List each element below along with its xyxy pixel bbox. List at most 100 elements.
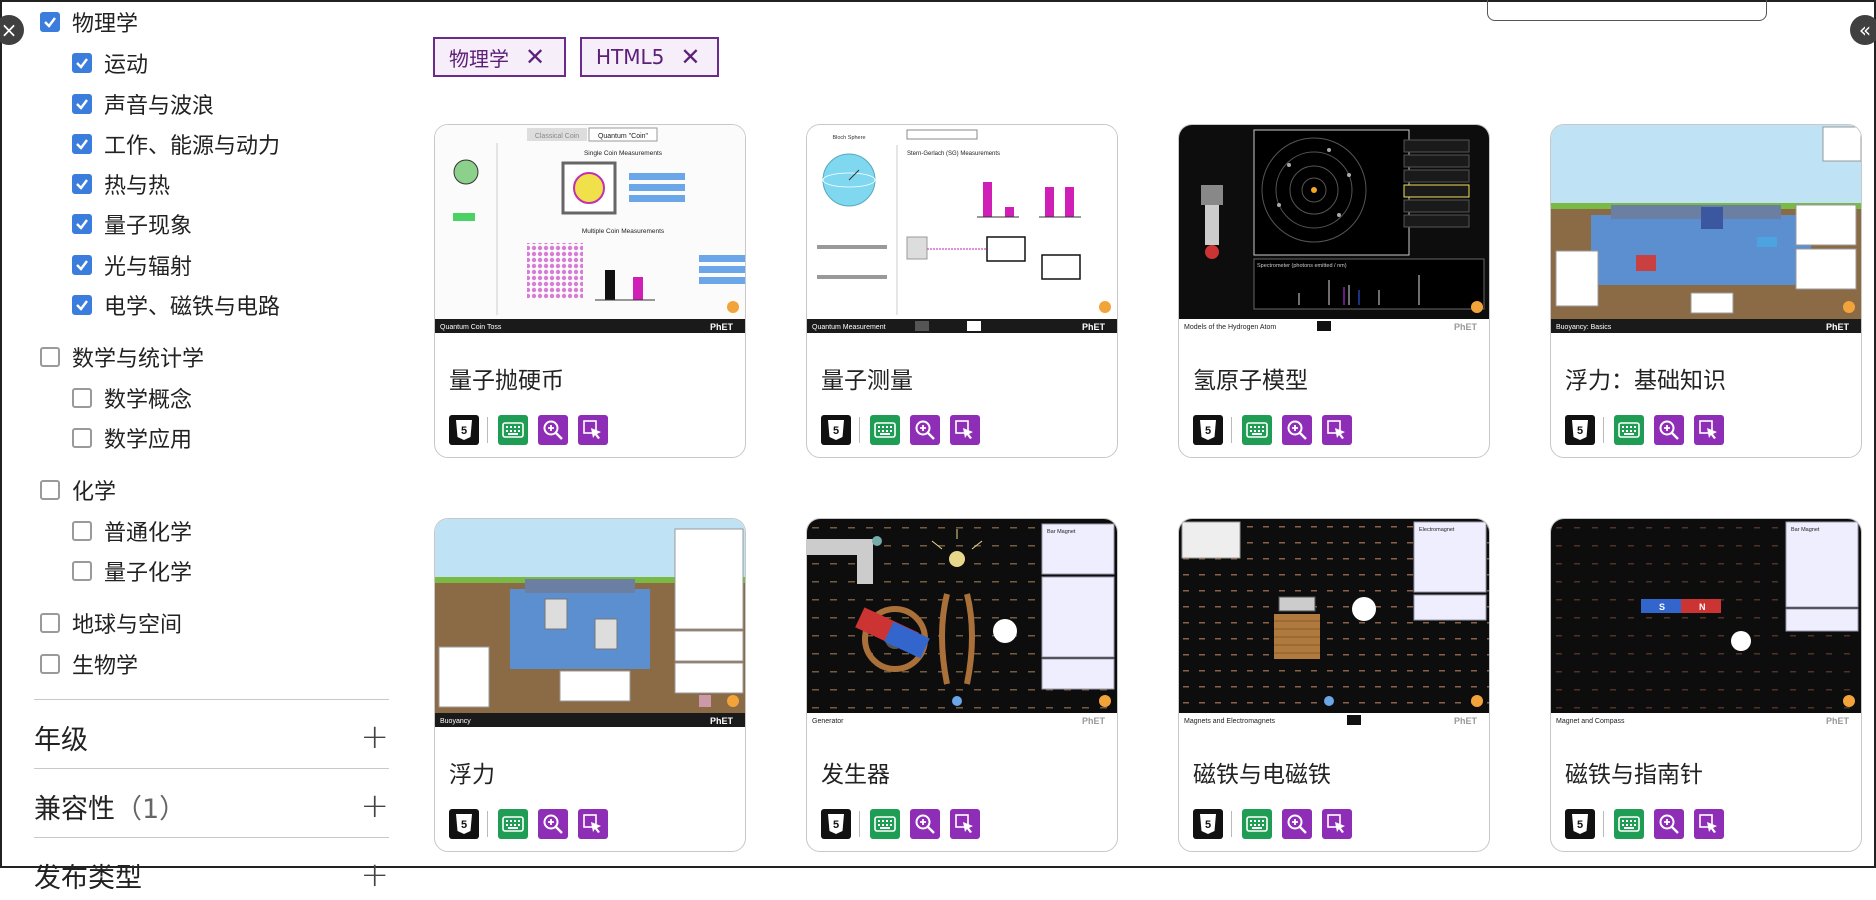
sim-title: 量子测量 xyxy=(821,368,913,394)
checkbox-unchecked[interactable] xyxy=(72,388,92,408)
pointer-icon xyxy=(1694,415,1724,445)
divider xyxy=(487,417,488,443)
filter-light-radiation[interactable]: 光与辐射 xyxy=(72,248,192,282)
filter-label: 生物学 xyxy=(72,654,139,679)
filter-label: 电学、磁铁与电路 xyxy=(104,295,281,320)
accordion-grade[interactable]: 年级 + xyxy=(34,712,389,762)
filter-earth-space[interactable]: 地球与空间 xyxy=(40,606,182,640)
filter-work-energy-power[interactable]: 工作、能源与动力 xyxy=(72,127,280,161)
zoom-icon xyxy=(1282,415,1312,445)
checkbox-checked[interactable] xyxy=(72,174,92,194)
sim-feature-icons: 5 xyxy=(1565,415,1734,445)
checkbox-checked[interactable] xyxy=(72,255,92,275)
divider xyxy=(34,768,389,769)
filter-label: 数学应用 xyxy=(104,428,193,453)
filter-physics[interactable]: 物理学 xyxy=(40,5,138,39)
pointer-icon xyxy=(1322,809,1352,839)
sim-caption: Magnet and Compass xyxy=(1556,718,1625,725)
keyboard-icon xyxy=(498,809,528,839)
accordion-compatibility[interactable]: 兼容性（1） + xyxy=(34,781,389,831)
sim-card-buoyancy[interactable]: Buoyancy PhET 浮力 5 xyxy=(434,518,746,852)
sim-feature-icons: 5 xyxy=(821,809,990,839)
search-input[interactable] xyxy=(1487,0,1767,21)
close-icon[interactable]: ✕ xyxy=(525,43,545,71)
sim-title: 浮力 xyxy=(449,762,495,788)
filter-electricity[interactable]: 电学、磁铁与电路 xyxy=(72,288,280,322)
checkbox-checked[interactable] xyxy=(40,12,60,32)
sim-card-buoyancy-basics[interactable]: Buoyancy: Basics PhET 浮力：基础知识 5 xyxy=(1550,124,1862,458)
multiple-coin-heading: Multiple Coin Measurements xyxy=(582,228,665,235)
filter-quantum-chemistry[interactable]: 量子化学 xyxy=(72,554,192,588)
phet-logo: PhET xyxy=(1082,322,1106,332)
sim-thumbnail: Spectrometer (photons emitted / nm) Mode… xyxy=(1179,125,1489,333)
sim-feature-icons: 5 xyxy=(1193,809,1362,839)
checkbox-checked[interactable] xyxy=(72,53,92,73)
filter-general-chemistry[interactable]: 普通化学 xyxy=(72,514,192,548)
sim-card-magnet-compass[interactable]: Bar Magnet S N Magnet and Compass PhET 磁… xyxy=(1550,518,1862,852)
sim-thumbnail: Bar Magnet S N Magnet and Compass PhET xyxy=(1551,519,1861,727)
checkbox-checked[interactable] xyxy=(72,295,92,315)
collapse-panel-button[interactable]: « xyxy=(1850,15,1876,45)
filter-math-applications[interactable]: 数学应用 xyxy=(72,421,192,455)
checkbox-unchecked[interactable] xyxy=(72,521,92,541)
sim-card-generator[interactable]: Bar Magnet Generator PhET 发生器 5 xyxy=(806,518,1118,852)
divider xyxy=(1231,417,1232,443)
sim-feature-icons: 5 xyxy=(449,415,618,445)
checkbox-unchecked[interactable] xyxy=(40,480,60,500)
checkbox-checked[interactable] xyxy=(72,94,92,114)
sim-card-quantum-measurement[interactable]: Bloch Sphere Stern-Gerlach (SG) Measurem… xyxy=(806,124,1118,458)
filter-label: 量子现象 xyxy=(104,214,193,239)
chevron-double-left-icon: « xyxy=(1858,18,1872,42)
sim-caption: Quantum Measurement xyxy=(812,324,886,331)
filter-label: 量子化学 xyxy=(104,561,193,586)
checkbox-unchecked[interactable] xyxy=(40,613,60,633)
pointer-icon xyxy=(950,809,980,839)
phet-logo: PhET xyxy=(1454,322,1478,332)
sim-card-magnets-electromagnets[interactable]: Electromagnet Magnets and Electromagnets… xyxy=(1178,518,1490,852)
accordion-publish-type[interactable]: 发布类型 + xyxy=(34,850,389,900)
keyboard-icon xyxy=(870,415,900,445)
zoom-icon xyxy=(1654,415,1684,445)
svg-text:5: 5 xyxy=(461,425,467,437)
sim-title: 发生器 xyxy=(821,762,890,788)
active-filter-chip-physics[interactable]: 物理学 ✕ xyxy=(433,37,566,77)
filter-math[interactable]: 数学与统计学 xyxy=(40,340,204,374)
sim-thumbnail: Bar Magnet Generator PhET xyxy=(807,519,1117,727)
keyboard-icon xyxy=(1614,415,1644,445)
filter-biology[interactable]: 生物学 xyxy=(40,647,138,681)
filter-sound-waves[interactable]: 声音与波浪 xyxy=(72,87,214,121)
checkbox-unchecked[interactable] xyxy=(72,561,92,581)
checkbox-unchecked[interactable] xyxy=(40,654,60,674)
spectrometer-label: Spectrometer (photons emitted / nm) xyxy=(1257,263,1347,269)
divider xyxy=(34,837,389,838)
filter-label: 数学与统计学 xyxy=(72,347,205,372)
checkbox-unchecked[interactable] xyxy=(72,428,92,448)
filter-math-concepts[interactable]: 数学概念 xyxy=(72,381,192,415)
single-coin-heading: Single Coin Measurements xyxy=(584,150,663,157)
keyboard-icon xyxy=(870,809,900,839)
sim-caption: Buoyancy: Basics xyxy=(1556,324,1612,331)
sim-title: 量子抛硬币 xyxy=(449,368,564,394)
svg-text:5: 5 xyxy=(833,819,839,831)
accordion-title: 发布类型 xyxy=(34,862,142,894)
accordion-count: （1） xyxy=(115,793,187,825)
checkbox-unchecked[interactable] xyxy=(40,347,60,367)
sim-card-hydrogen-atom[interactable]: Spectrometer (photons emitted / nm) Mode… xyxy=(1178,124,1490,458)
filter-motion[interactable]: 运动 xyxy=(72,46,148,80)
filter-label: 光与辐射 xyxy=(104,255,193,280)
svg-text:5: 5 xyxy=(1577,425,1583,437)
divider xyxy=(1603,811,1604,837)
active-filter-chip-html5[interactable]: HTML5 ✕ xyxy=(580,37,719,77)
sim-feature-icons: 5 xyxy=(1193,415,1362,445)
sim-thumbnail: Electromagnet Magnets and Electromagnets… xyxy=(1179,519,1489,727)
filter-chemistry[interactable]: 化学 xyxy=(40,473,116,507)
sim-caption: Generator xyxy=(812,718,844,725)
html5-icon: 5 xyxy=(821,809,851,839)
phet-logo: PhET xyxy=(1826,716,1850,726)
checkbox-checked[interactable] xyxy=(72,134,92,154)
filter-heat[interactable]: 热与热 xyxy=(72,167,170,201)
sim-card-quantum-coin-toss[interactable]: Classical Coin Quantum "Coin" Single Coi… xyxy=(434,124,746,458)
checkbox-checked[interactable] xyxy=(72,214,92,234)
close-icon[interactable]: ✕ xyxy=(680,43,700,71)
filter-quantum[interactable]: 量子现象 xyxy=(72,207,192,241)
